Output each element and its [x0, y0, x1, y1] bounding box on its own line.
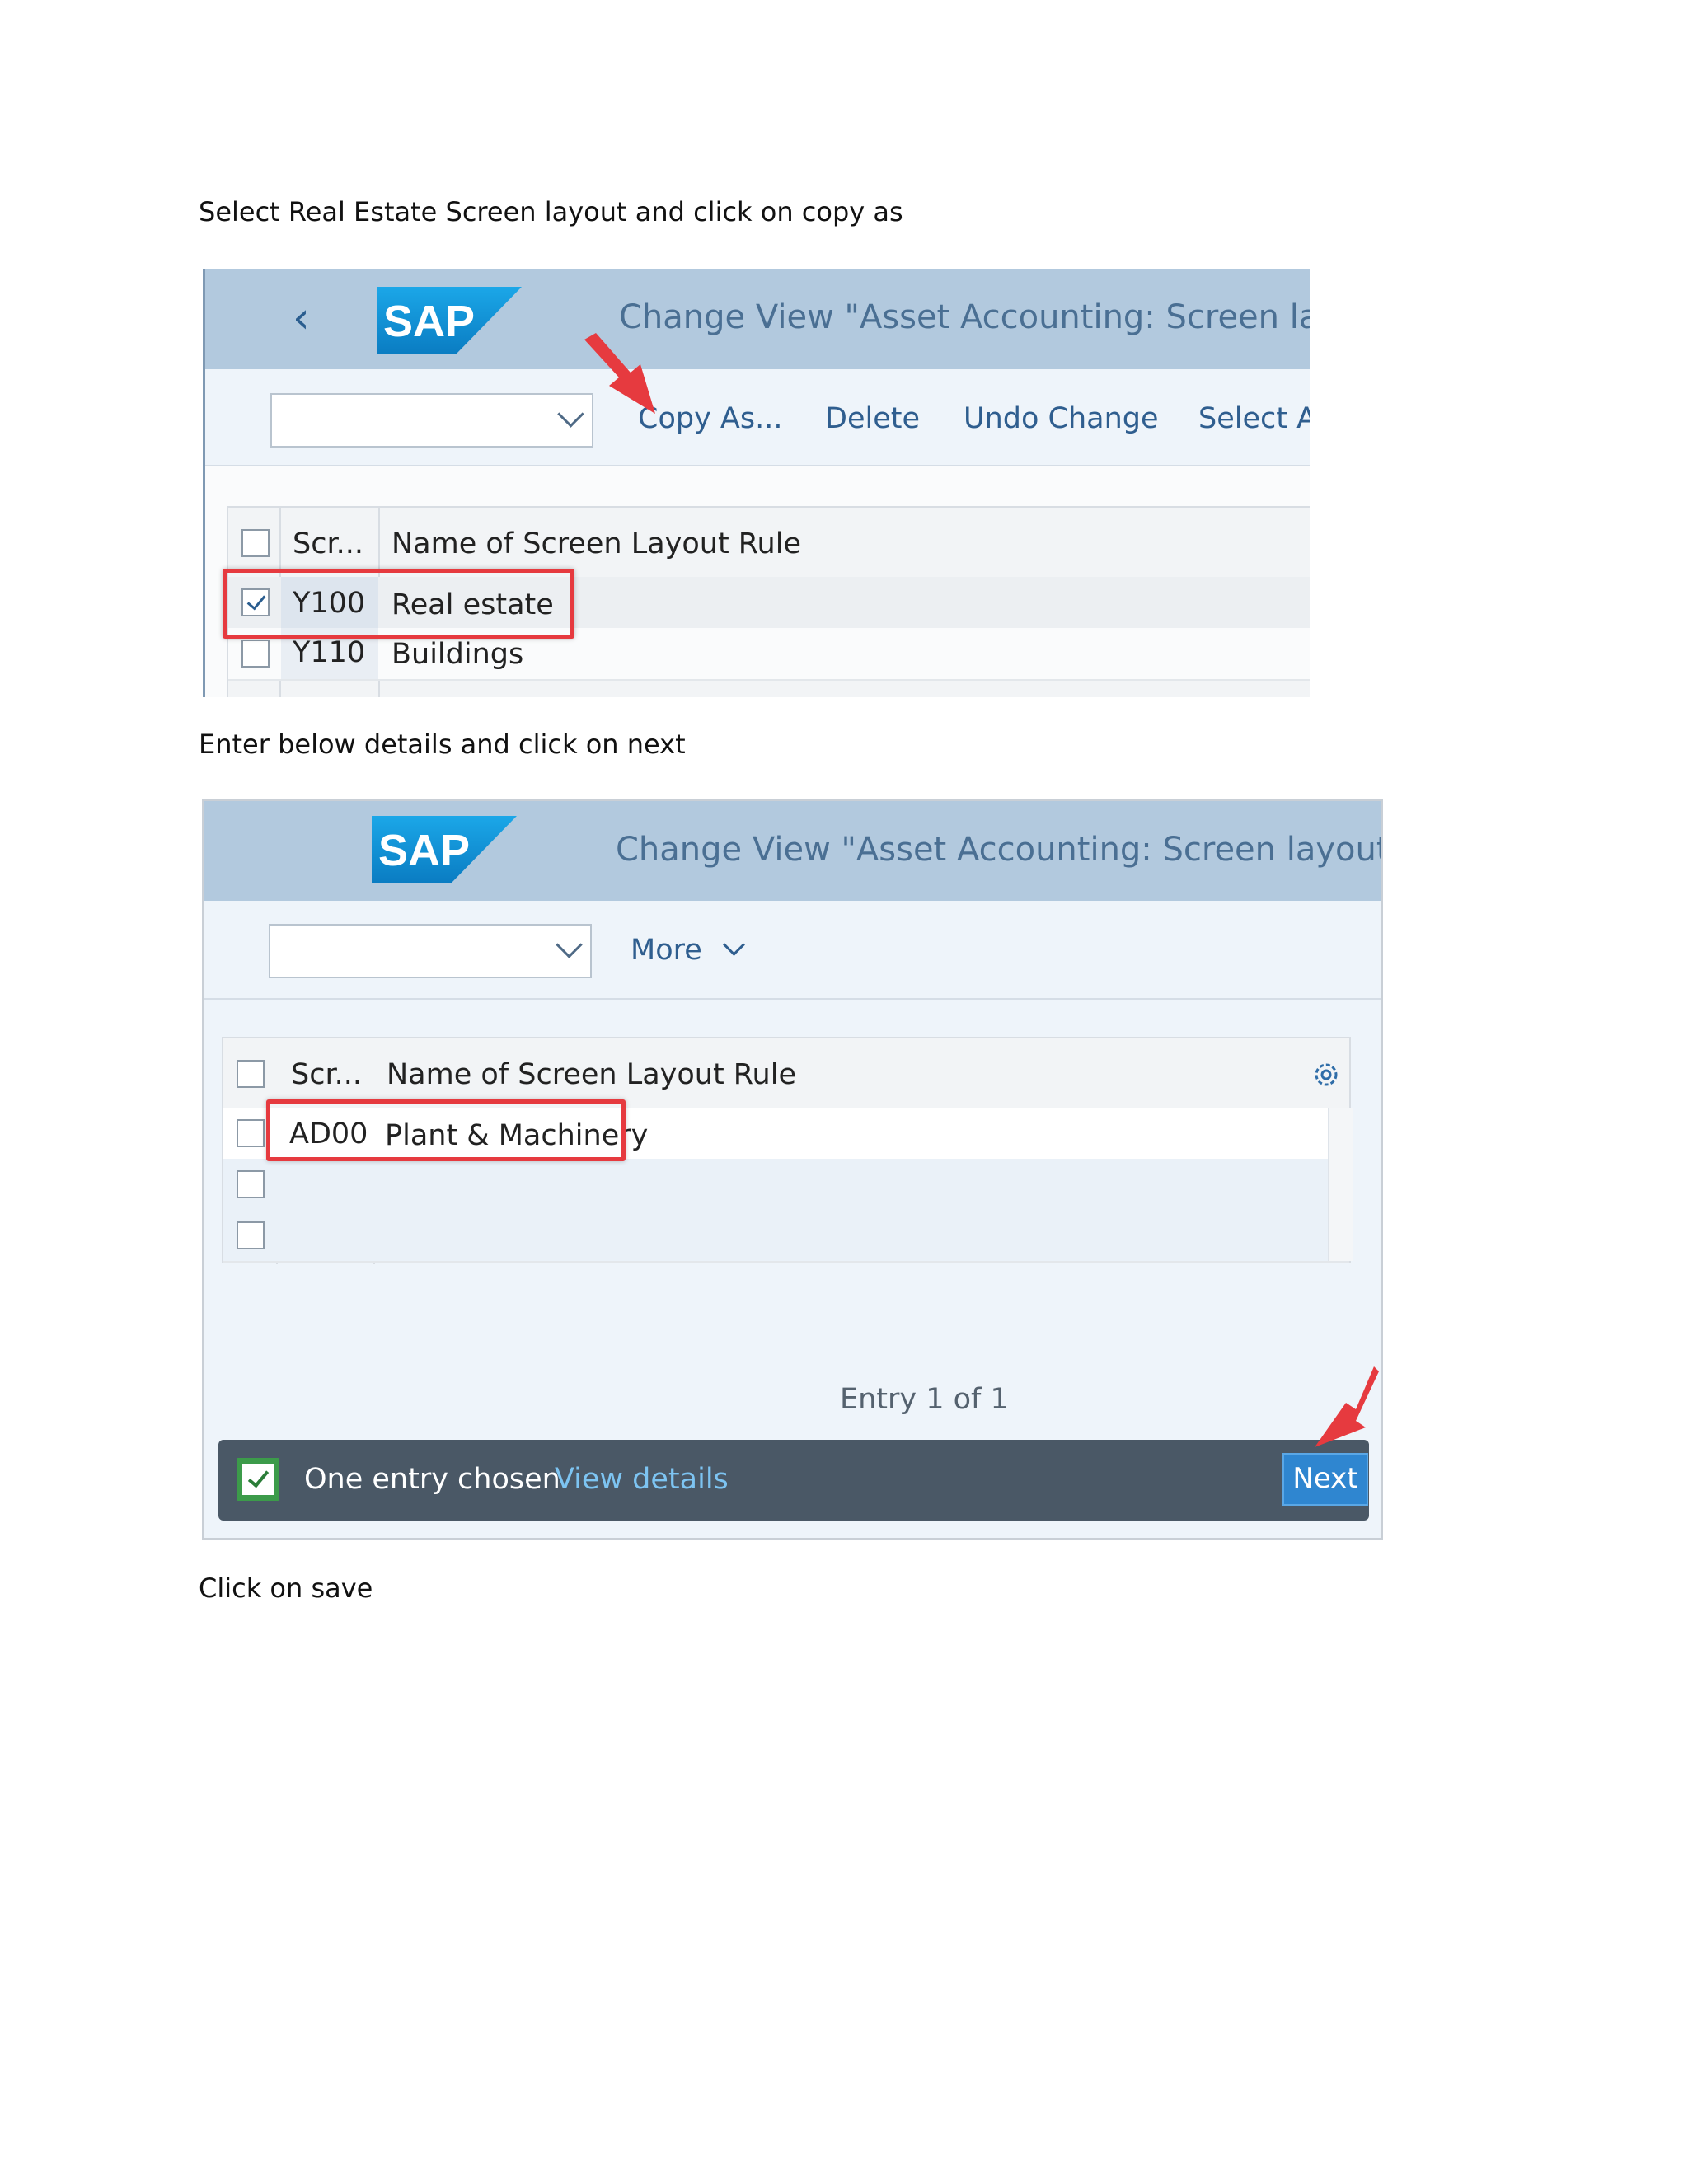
shell-bar: ‹ SAP Change View "Asset Accounting: Scr… [205, 269, 1310, 369]
chevron-down-icon [722, 934, 745, 956]
toolbar: More [204, 901, 1381, 1000]
column-header-code: Scr... [293, 527, 364, 560]
row-checkbox[interactable] [237, 1170, 265, 1198]
table-row[interactable] [223, 1159, 1349, 1212]
select-all-button[interactable]: Select Al [1198, 402, 1310, 435]
svg-text:SAP: SAP [378, 826, 470, 875]
column-header-name: Name of Screen Layout Rule [392, 527, 801, 560]
chevron-left-icon[interactable]: ‹ [293, 297, 310, 340]
sap-logo: SAP [377, 287, 522, 354]
settings-gear-icon[interactable] [1310, 1058, 1343, 1091]
undo-change-button[interactable]: Undo Change [964, 402, 1159, 435]
page-title: Change View "Asset Accounting: Screen la… [616, 831, 1383, 869]
next-button[interactable]: Next [1282, 1453, 1368, 1506]
select-all-checkbox[interactable] [241, 529, 270, 557]
more-label: More [631, 934, 702, 967]
chevron-down-icon [556, 931, 583, 958]
copy-as-button[interactable]: Copy As... [638, 402, 782, 435]
row-checkbox[interactable] [237, 1221, 265, 1249]
variant-select[interactable] [270, 393, 593, 448]
sap-logo: SAP [372, 816, 517, 883]
row-checkbox[interactable] [237, 1119, 265, 1147]
shell-bar: SAP Change View "Asset Accounting: Scree… [204, 801, 1381, 901]
red-arrow-icon [584, 333, 655, 414]
row-name: Buildings [392, 638, 524, 671]
success-check-icon [237, 1458, 279, 1501]
delete-button[interactable]: Delete [825, 402, 920, 435]
row-checkbox[interactable] [241, 640, 270, 668]
row-code[interactable]: Y110 [293, 636, 365, 669]
table-scrollbar[interactable] [1328, 1108, 1353, 1261]
instruction-step-3: Click on save [199, 1572, 373, 1604]
entry-count: Entry 1 of 1 [840, 1383, 1009, 1416]
screenshot-copy-details: SAP Change View "Asset Accounting: Scree… [202, 799, 1383, 1540]
view-details-link[interactable]: View details [555, 1463, 729, 1496]
red-arrow-icon [1315, 1366, 1379, 1447]
instruction-step-2: Enter below details and click on next [199, 729, 686, 760]
highlight-box-real-estate [223, 569, 574, 639]
page-title: Change View "Asset Accounting: Screen la… [619, 298, 1310, 336]
toolbar: Copy As... Delete Undo Change Select Al [205, 369, 1310, 466]
variant-select[interactable] [269, 924, 592, 978]
more-button[interactable]: More [631, 934, 745, 967]
instruction-step-1: Select Real Estate Screen layout and cli… [199, 196, 903, 227]
highlight-box-new-entry [266, 1099, 626, 1161]
table-row[interactable] [223, 1210, 1349, 1263]
column-header-name: Name of Screen Layout Rule [387, 1058, 796, 1091]
select-all-checkbox[interactable] [237, 1060, 265, 1088]
message-bar: One entry chosen View details Next [218, 1440, 1369, 1521]
svg-text:SAP: SAP [383, 297, 475, 346]
screenshot-copy-as: ‹ SAP Change View "Asset Accounting: Scr… [203, 269, 1310, 697]
column-header-code: Scr... [291, 1058, 363, 1091]
message-text: One entry chosen [304, 1463, 560, 1496]
